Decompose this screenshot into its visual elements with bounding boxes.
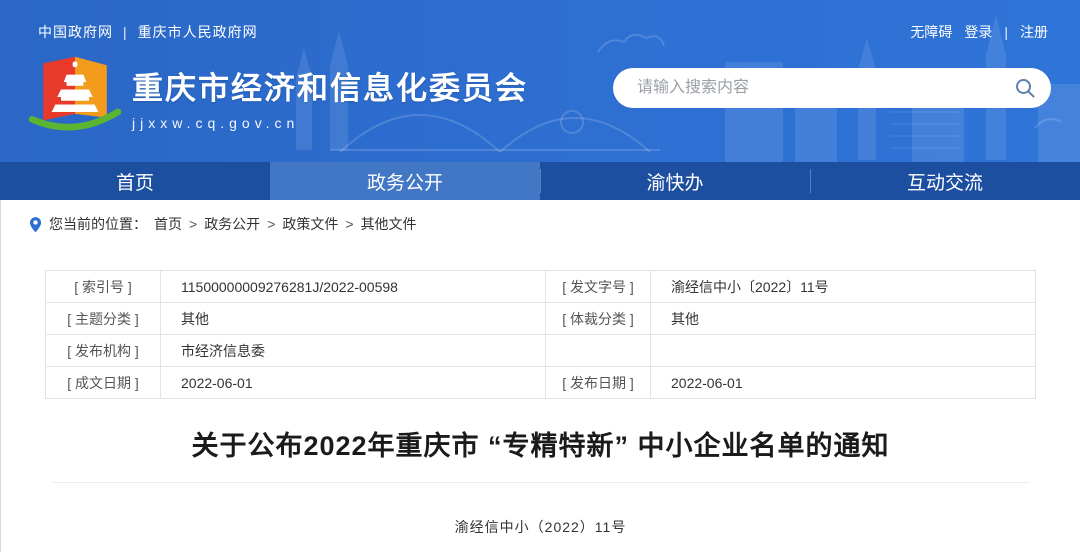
meta-value-topic-category: 其他 <box>161 303 546 335</box>
nav-item-home[interactable]: 首页 <box>0 162 270 200</box>
search-icon <box>1014 77 1036 99</box>
meta-value-genre-category: 其他 <box>651 303 1036 335</box>
meta-label-index-number: [ 索引号 ] <box>46 271 161 303</box>
site-url: jjxxw.cq.gov.cn <box>132 115 528 131</box>
search-bar <box>613 68 1051 108</box>
breadcrumb-separator: > <box>267 216 275 232</box>
breadcrumb-item-home[interactable]: 首页 <box>154 214 182 234</box>
page-title: 关于公布2022年重庆市 “专精特新” 中小企业名单的通知 <box>1 424 1080 463</box>
document-number: 渝经信中小（2022）11号 <box>1 517 1080 537</box>
meta-value-empty <box>651 335 1036 367</box>
site-banner: 中国政府网 | 重庆市人民政府网 无障碍 登录 | 注册 重庆市经济和信息化委员… <box>0 0 1080 162</box>
topbar-government-links: 中国政府网 | 重庆市人民政府网 <box>38 22 258 42</box>
site-logo-icon <box>28 54 122 140</box>
nav-item-yukuaiban[interactable]: 渝快办 <box>540 162 810 200</box>
topbar-divider: | <box>123 24 128 40</box>
link-register[interactable]: 注册 <box>1020 22 1048 42</box>
meta-value-written-date: 2022-06-01 <box>161 367 546 399</box>
meta-value-publishing-agency: 市经济信息委 <box>161 335 546 367</box>
meta-label-document-number: [ 发文字号 ] <box>546 271 651 303</box>
table-row: [ 主题分类 ] 其他 [ 体裁分类 ] 其他 <box>46 303 1036 335</box>
link-login[interactable]: 登录 <box>964 22 992 42</box>
meta-value-index-number: 11500000009276281J/2022-00598 <box>161 271 546 303</box>
meta-label-topic-category: [ 主题分类 ] <box>46 303 161 335</box>
site-title: 重庆市经济和信息化委员会 <box>132 63 528 108</box>
title-divider <box>52 482 1030 483</box>
topbar-account-links: 无障碍 登录 | 注册 <box>910 22 1048 42</box>
meta-label-publish-date: [ 发布日期 ] <box>546 367 651 399</box>
breadcrumb-separator: > <box>345 216 353 232</box>
table-row: [ 成文日期 ] 2022-06-01 [ 发布日期 ] 2022-06-01 <box>46 367 1036 399</box>
main-nav: 首页 政务公开 渝快办 互动交流 <box>0 162 1080 200</box>
meta-value-publish-date: 2022-06-01 <box>651 367 1036 399</box>
meta-label-written-date: [ 成文日期 ] <box>46 367 161 399</box>
meta-value-document-number: 渝经信中小〔2022〕11号 <box>651 271 1036 303</box>
breadcrumb-prefix: 您当前的位置： <box>49 214 147 234</box>
breadcrumb-item-other-documents[interactable]: 其他文件 <box>361 214 417 234</box>
document-metadata-table: [ 索引号 ] 11500000009276281J/2022-00598 [ … <box>45 270 1036 399</box>
meta-label-publishing-agency: [ 发布机构 ] <box>46 335 161 367</box>
link-china-gov[interactable]: 中国政府网 <box>38 22 113 42</box>
topbar-divider: | <box>1004 24 1008 40</box>
site-identity: 重庆市经济和信息化委员会 jjxxw.cq.gov.cn <box>132 63 528 131</box>
meta-label-genre-category: [ 体裁分类 ] <box>546 303 651 335</box>
table-row: [ 索引号 ] 11500000009276281J/2022-00598 [ … <box>46 271 1036 303</box>
search-button[interactable] <box>999 68 1051 108</box>
meta-label-empty <box>546 335 651 367</box>
table-row: [ 发布机构 ] 市经济信息委 <box>46 335 1036 367</box>
link-accessibility[interactable]: 无障碍 <box>910 22 952 42</box>
page-content: 您当前的位置： 首页 > 政务公开 > 政策文件 > 其他文件 [ 索引号 ] … <box>0 200 1080 552</box>
link-chongqing-gov[interactable]: 重庆市人民政府网 <box>138 22 258 42</box>
breadcrumb-separator: > <box>189 216 197 232</box>
site-logo[interactable]: 重庆市经济和信息化委员会 jjxxw.cq.gov.cn <box>28 54 528 140</box>
breadcrumb-item-government-affairs[interactable]: 政务公开 <box>204 214 260 234</box>
breadcrumb-item-policy-documents[interactable]: 政策文件 <box>282 214 338 234</box>
nav-item-government-affairs[interactable]: 政务公开 <box>270 162 540 200</box>
nav-item-interaction[interactable]: 互动交流 <box>810 162 1080 200</box>
location-pin-icon <box>29 216 42 233</box>
breadcrumb: 您当前的位置： 首页 > 政务公开 > 政策文件 > 其他文件 <box>1 200 1080 234</box>
search-input[interactable] <box>613 68 999 108</box>
